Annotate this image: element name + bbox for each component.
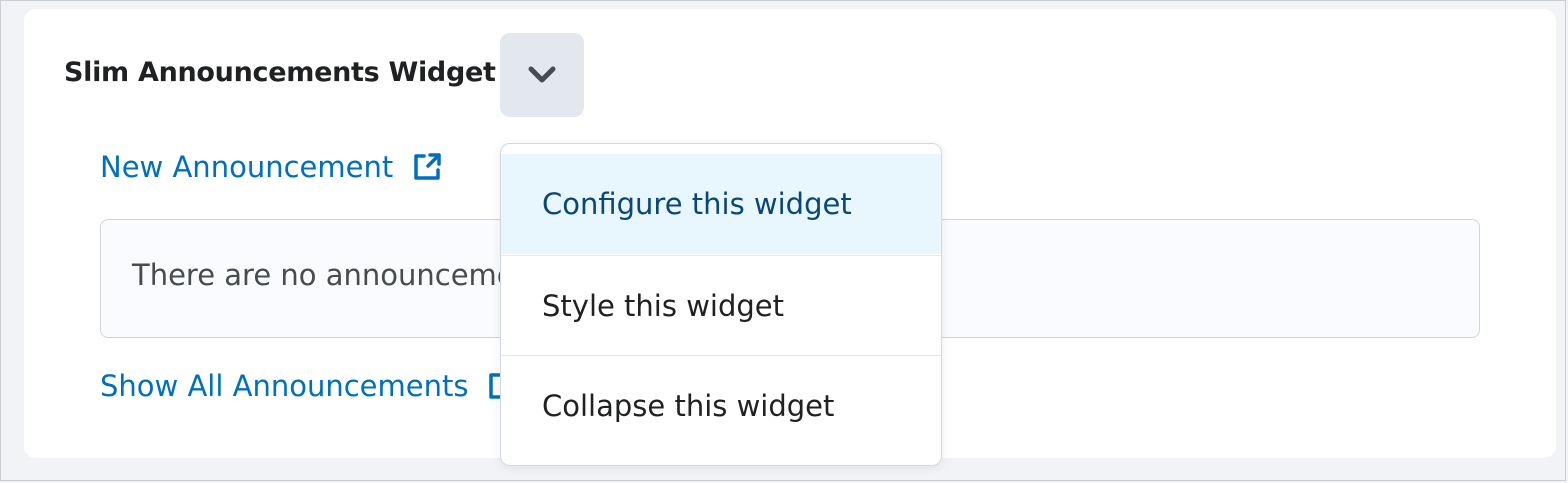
widget-title: Slim Announcements Widget bbox=[64, 57, 496, 88]
chevron-down-icon bbox=[528, 66, 556, 83]
show-all-label: Show All Announcements bbox=[100, 369, 469, 403]
show-all-announcements-link[interactable]: Show All Announcements bbox=[100, 369, 518, 403]
new-announcement-label: New Announcement bbox=[100, 150, 394, 184]
menu-item-configure[interactable]: Configure this widget bbox=[501, 154, 941, 254]
menu-item-style[interactable]: Style this widget bbox=[501, 255, 941, 355]
new-announcement-link[interactable]: New Announcement bbox=[100, 150, 443, 184]
widget-menu-button[interactable] bbox=[500, 33, 584, 117]
menu-item-collapse[interactable]: Collapse this widget bbox=[501, 355, 941, 455]
widget-options-menu: Configure this widget Style this widget … bbox=[500, 143, 942, 466]
external-link-icon bbox=[411, 151, 443, 183]
